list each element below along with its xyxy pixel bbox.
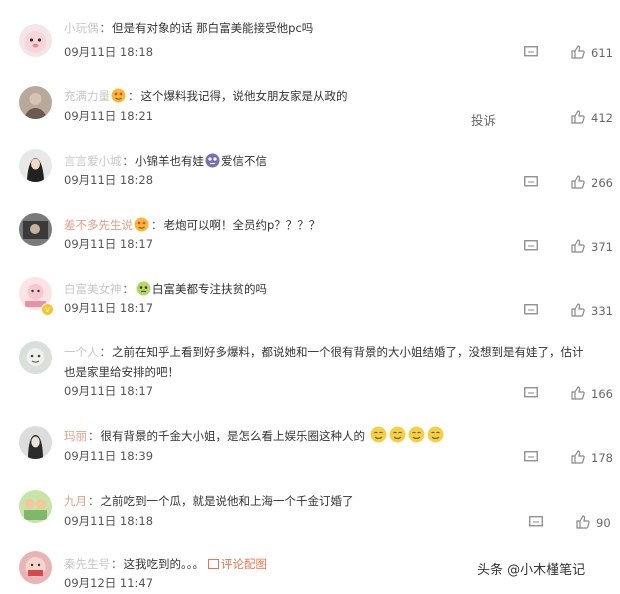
- username[interactable]: 九月: [64, 494, 87, 508]
- avatar[interactable]: [19, 551, 52, 584]
- reply-icon[interactable]: [524, 387, 538, 399]
- report-button[interactable]: 投诉: [471, 110, 496, 129]
- reply-icon[interactable]: [524, 451, 538, 463]
- username[interactable]: 差不多先生说: [64, 218, 133, 232]
- comment-time: 09月11日 18:17: [64, 384, 154, 398]
- comment-time: 09月11日 18:17: [64, 301, 154, 315]
- comment-text: 白富美都专注扶贫的吗: [152, 282, 267, 296]
- comment-text: 爱信不信: [221, 154, 267, 168]
- avatar[interactable]: [19, 426, 52, 459]
- comment-image-link[interactable]: 评论配图: [221, 557, 267, 571]
- like-button[interactable]: 611: [571, 45, 613, 61]
- thumbs-up-icon: [571, 239, 585, 253]
- like-count: 331: [591, 304, 613, 318]
- like-count: 611: [591, 46, 613, 60]
- emoji-icon: [205, 153, 220, 168]
- like-count: 166: [591, 387, 613, 401]
- reply-icon[interactable]: [524, 46, 538, 58]
- like-button[interactable]: 412: [571, 110, 613, 126]
- thumbs-up-icon: [571, 110, 585, 124]
- avatar[interactable]: [19, 149, 52, 182]
- username[interactable]: 言言爱小城: [64, 154, 122, 168]
- reply-icon[interactable]: [524, 240, 538, 252]
- comment-text: 但是有对象的话 那白富美能接受他pc吗: [112, 21, 314, 35]
- thumbs-up-icon: [571, 45, 585, 59]
- username[interactable]: 充满力量: [64, 89, 110, 103]
- thumbs-up-icon: [571, 303, 585, 317]
- reply-icon[interactable]: [524, 176, 538, 188]
- emoji-icon: [408, 426, 425, 443]
- username[interactable]: 小玩偶: [64, 21, 99, 35]
- like-button[interactable]: 331: [571, 303, 613, 319]
- emoji-icon: [111, 88, 126, 103]
- thumbs-up-icon: [576, 515, 590, 529]
- thumbs-up-icon: [571, 175, 585, 189]
- comment-time: 09月11日 18:18: [64, 514, 154, 528]
- comment-content: 一个人：之前在知乎上看到好多爆料，都说她和一个很有背景的大小姐结婚了，没想到是有…: [64, 345, 584, 379]
- verified-badge: v: [41, 303, 54, 316]
- comment-text: 之前在知乎上看到好多爆料，都说她和一个很有背景的大小姐结婚了，没想到是有娃了，估…: [64, 345, 584, 379]
- avatar[interactable]: [19, 341, 52, 374]
- emoji-icon: [389, 426, 406, 443]
- comment-time: 09月12日 11:47: [64, 576, 154, 590]
- comment-time: 09月11日 18:17: [64, 237, 154, 251]
- comment-text: 这个爆料我记得，说他女朋友家是从政的: [140, 89, 348, 103]
- like-button[interactable]: 266: [571, 175, 613, 191]
- comment-time: 09月11日 18:21: [64, 109, 154, 123]
- like-button[interactable]: 371: [571, 239, 613, 255]
- comment-content: 差不多先生说 ：老炮可以啊！全员约p？？？？: [64, 217, 321, 232]
- avatar[interactable]: [19, 24, 52, 57]
- like-count: 178: [591, 451, 613, 465]
- comment-content: 玛丽：很有背景的千金大小姐，是怎么看上娱乐圈这种人的: [64, 426, 600, 446]
- username[interactable]: 白富美女神: [64, 282, 122, 296]
- comment-content: 九月：之前吃到一个瓜，就是说他和上海一个千金订婚了: [64, 494, 354, 508]
- like-count: 266: [591, 176, 613, 190]
- avatar[interactable]: [19, 490, 52, 523]
- username[interactable]: 玛丽: [64, 429, 87, 443]
- emoji-icon: [370, 426, 387, 443]
- emoji-icon: [136, 281, 151, 296]
- emoji-icon: [134, 217, 149, 232]
- like-button[interactable]: 90: [576, 515, 611, 531]
- comment-text: 小锦羊也有娃: [135, 154, 204, 168]
- comment-content: 白富美女神： 白富美都专注扶贫的吗: [64, 281, 267, 296]
- thumbs-up-icon: [571, 386, 585, 400]
- username[interactable]: 秦先生号: [64, 557, 110, 571]
- watermark: 头条 @小木槿笔记: [477, 563, 586, 578]
- comment-text: 这我吃到的。。。: [123, 557, 205, 571]
- like-button[interactable]: 178: [571, 450, 613, 466]
- username[interactable]: 一个人: [64, 345, 99, 359]
- comment-content: 充满力量 ：这个爆料我记得，说他女朋友家是从政的: [64, 88, 348, 103]
- thumbs-up-icon: [571, 450, 585, 464]
- like-count: 90: [596, 516, 611, 530]
- comment-text: 老炮可以啊！全员约p？？？？: [163, 218, 321, 232]
- comment-time: 09月11日 18:18: [64, 45, 154, 59]
- like-count: 371: [591, 240, 613, 254]
- comment-content: 小玩偶：但是有对象的话 那白富美能接受他pc吗: [64, 21, 314, 35]
- comment-content: 言言爱小城：小锦羊也有娃 爱信不信: [64, 153, 267, 168]
- comment-text: 之前吃到一个瓜，就是说他和上海一个千金订婚了: [100, 494, 354, 508]
- avatar[interactable]: [19, 86, 52, 119]
- reply-icon[interactable]: [529, 516, 543, 528]
- image-icon: [208, 559, 219, 569]
- reply-icon[interactable]: [524, 304, 538, 316]
- like-button[interactable]: 166: [571, 386, 613, 402]
- like-count: 412: [591, 111, 613, 125]
- avatar[interactable]: [19, 213, 52, 246]
- comment-time: 09月11日 18:28: [64, 173, 154, 187]
- comment-text: 很有背景的千金大小姐，是怎么看上娱乐圈这种人的: [100, 429, 366, 443]
- comment-time: 09月11日 18:39: [64, 449, 154, 463]
- emoji-icon: [427, 426, 444, 443]
